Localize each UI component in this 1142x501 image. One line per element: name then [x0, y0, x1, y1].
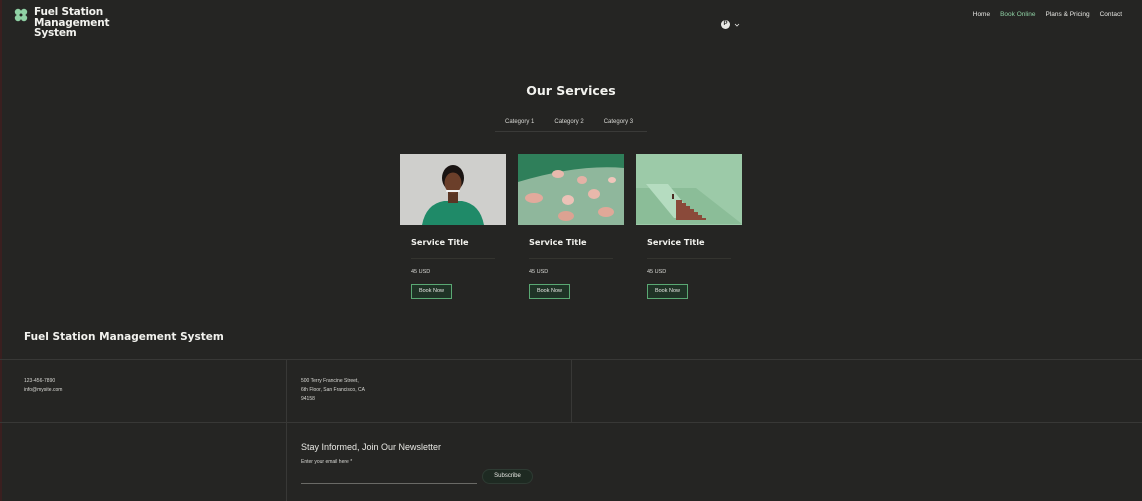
service-price: 45 USD: [411, 269, 431, 275]
service-card: Service Title 45 USD Book Now: [636, 154, 742, 304]
service-title: Service Title: [529, 237, 587, 247]
page-edge: [0, 0, 2, 501]
service-image[interactable]: [636, 154, 742, 225]
nav-home[interactable]: Home: [973, 11, 990, 18]
card-divider: [647, 258, 731, 259]
card-divider: [411, 258, 495, 259]
service-title: Service Title: [647, 237, 705, 247]
tab-underline: [495, 131, 647, 132]
ceramic-bowls-image: [518, 154, 624, 225]
account-menu[interactable]: P: [721, 20, 740, 29]
footer-email[interactable]: info@mysite.com: [24, 386, 62, 395]
service-card: Service Title 45 USD Book Now: [400, 154, 506, 304]
newsletter-title: Stay Informed, Join Our Newsletter: [301, 442, 442, 452]
chevron-down-icon: [734, 23, 740, 27]
service-price: 45 USD: [529, 269, 549, 275]
avatar[interactable]: P: [721, 20, 730, 29]
site-name: Fuel Station Management System: [34, 6, 110, 39]
service-card: Service Title 45 USD Book Now: [518, 154, 624, 304]
book-now-button[interactable]: Book Now: [411, 284, 452, 299]
address-line: 94158: [301, 396, 315, 402]
email-label: Enter your email here *: [301, 459, 353, 465]
nav-plans-pricing[interactable]: Plans & Pricing: [1046, 11, 1090, 18]
book-now-button[interactable]: Book Now: [647, 284, 688, 299]
main-nav: Home Book Online Plans & Pricing Contact: [973, 11, 1122, 18]
footer-address: 500 Terry Francine Street, 6th Floor, Sa…: [301, 377, 365, 404]
staircase-image: [636, 154, 742, 225]
footer-title: Fuel Station Management System: [24, 331, 224, 343]
footer-column-divider: [286, 359, 287, 501]
nav-contact[interactable]: Contact: [1100, 11, 1122, 18]
service-image[interactable]: [400, 154, 506, 225]
book-now-button[interactable]: Book Now: [529, 284, 570, 299]
page-title: Our Services: [526, 83, 616, 98]
service-title: Service Title: [411, 237, 469, 247]
footer-phone[interactable]: 123-456-7890: [24, 377, 62, 386]
service-image[interactable]: [518, 154, 624, 225]
footer-contact: 123-456-7890 info@mysite.com: [24, 377, 62, 395]
footer-divider-middle: [0, 422, 1142, 423]
subscribe-button[interactable]: Subscribe: [482, 469, 533, 484]
site-logo[interactable]: Fuel Station Management System: [14, 7, 114, 39]
address-line: 6th Floor, San Francisco, CA: [301, 387, 365, 393]
nav-book-online[interactable]: Book Online: [1000, 11, 1035, 18]
card-divider: [529, 258, 613, 259]
clover-logo-icon: [14, 8, 28, 22]
woman-portrait-image: [400, 154, 506, 225]
footer-column-divider: [571, 359, 572, 422]
address-line: 500 Terry Francine Street,: [301, 378, 359, 384]
service-price: 45 USD: [647, 269, 667, 275]
email-input[interactable]: [301, 470, 477, 484]
